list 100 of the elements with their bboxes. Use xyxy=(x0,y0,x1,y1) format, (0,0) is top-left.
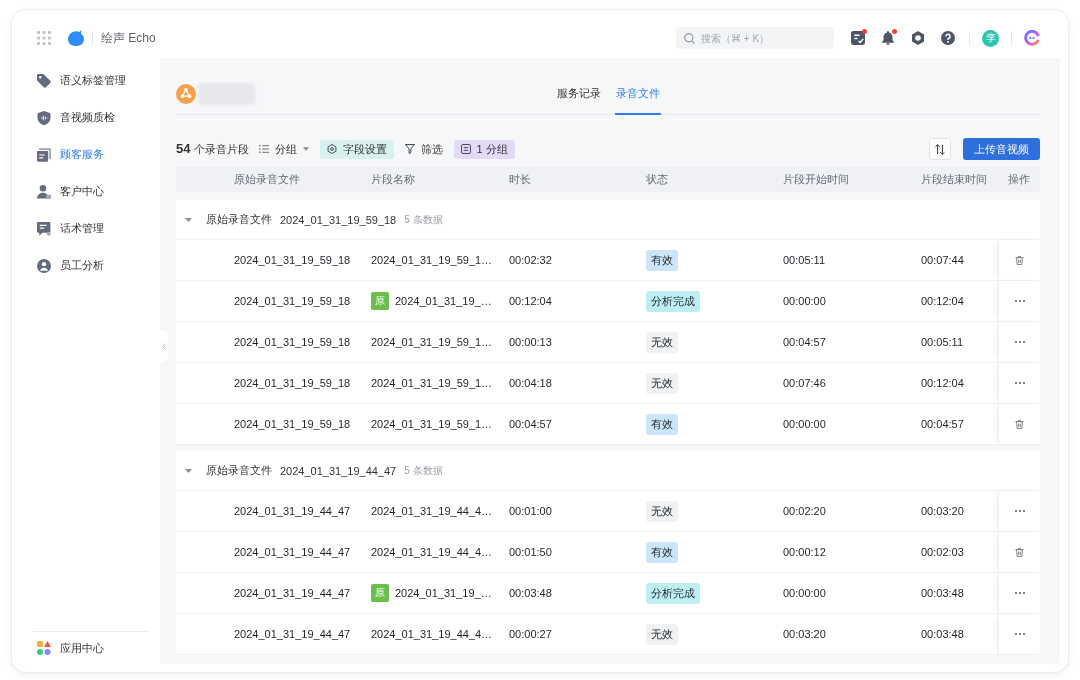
table-cell: 2024_01_31_19_44_47 xyxy=(234,628,351,640)
table-cell: 2024_01_31_19_44_47 xyxy=(234,505,351,517)
settings-icon[interactable] xyxy=(911,31,925,45)
table-cell: 2024_01_31_19_59_18 xyxy=(234,377,351,389)
status-tag: 无效 xyxy=(646,331,678,353)
caret-icon xyxy=(302,147,309,151)
table-cell: 00:04:57 xyxy=(921,418,964,430)
field-settings-button[interactable]: 字段设置 xyxy=(319,139,394,159)
original-tag: 原 xyxy=(371,292,389,310)
status-tag: 无效 xyxy=(646,500,678,522)
table-cell: 00:05:11 xyxy=(783,254,825,266)
table-cell: 00:00:12 xyxy=(783,546,826,558)
table-cell: 2024_01_31_19_59_1… xyxy=(371,418,493,430)
logo-icon xyxy=(68,30,84,46)
table-cell: 00:03:48 xyxy=(921,628,964,640)
help-icon[interactable] xyxy=(941,31,955,45)
person-circle-icon xyxy=(37,258,51,273)
sidebar-item[interactable]: 客户中心 xyxy=(20,173,160,210)
group-count: 5 条数据 xyxy=(404,212,443,227)
table-cell: 00:04:57 xyxy=(509,418,552,430)
table-cell: 00:03:48 xyxy=(921,587,964,599)
table-cell: 00:07:46 xyxy=(783,377,826,389)
caret-icon[interactable] xyxy=(185,217,192,222)
status-tag: 无效 xyxy=(646,623,678,645)
status-tag: 分析完成 xyxy=(646,582,700,604)
table-cell: 2024_01_31_19_44_4… xyxy=(371,546,493,558)
tag-icon xyxy=(37,73,51,88)
search-icon xyxy=(684,32,695,44)
sidebar-item[interactable]: 音视频质检 xyxy=(20,99,160,136)
list-icon xyxy=(258,144,269,154)
sidebar-item[interactable]: 顾客服务 xyxy=(20,136,160,173)
table-cell: 00:07:44 xyxy=(921,254,964,266)
segment-count: 54 个录音片段 xyxy=(176,141,249,157)
table-cell: 00:00:00 xyxy=(783,587,826,599)
table-cell: 2024_01_31_19_59_1… xyxy=(371,336,493,348)
table-cell: 00:05:11 xyxy=(921,336,963,348)
table-cell: 00:02:32 xyxy=(509,254,552,266)
table-cell: 2024_01_31_19_59_18 xyxy=(234,295,351,307)
column-header: 时长 xyxy=(509,172,531,187)
list-box-icon xyxy=(460,144,471,154)
table-cell: 00:00:13 xyxy=(509,336,552,348)
column-header: 片段开始时间 xyxy=(783,172,849,187)
bot-face-icon[interactable] xyxy=(1024,30,1040,46)
caret-icon[interactable] xyxy=(185,468,192,473)
trash-icon[interactable] xyxy=(1015,547,1024,557)
apps-icon xyxy=(37,641,51,655)
group-by-dropdown[interactable]: 分组 xyxy=(258,139,309,159)
table-cell: 00:00:00 xyxy=(783,418,826,430)
sort-icon xyxy=(935,143,945,155)
filter-icon xyxy=(404,144,415,154)
group-file-name: 2024_01_31_19_44_47 xyxy=(280,464,397,477)
table-cell: 00:12:04 xyxy=(509,295,552,307)
bell-icon[interactable] xyxy=(881,31,895,45)
group-label: 原始录音文件 xyxy=(206,463,272,478)
search-field[interactable]: 搜索（⌘ + K） xyxy=(676,27,834,49)
sidebar-item[interactable]: 应用中心 xyxy=(33,632,150,664)
table-cell: 2024_01_31_19_59_1… xyxy=(371,377,493,389)
original-tag: 原 xyxy=(371,584,389,602)
tab[interactable]: 服务记录 xyxy=(555,73,602,115)
status-tag: 有效 xyxy=(646,413,678,435)
column-header: 片段名称 xyxy=(371,172,415,187)
table-cell: 00:00:27 xyxy=(509,628,552,640)
table-cell: 00:03:20 xyxy=(783,628,826,640)
sort-button[interactable] xyxy=(929,138,951,160)
table-cell: 2024_01_31_19_… xyxy=(395,295,492,307)
sidebar-item[interactable]: 话术管理 xyxy=(20,210,160,247)
trash-icon[interactable] xyxy=(1015,419,1024,429)
table-cell: 00:02:20 xyxy=(783,505,826,517)
filter-button[interactable]: 筛选 xyxy=(404,139,443,159)
document-icon xyxy=(37,147,51,162)
checklist-icon[interactable] xyxy=(851,31,865,45)
table-cell: 00:00:00 xyxy=(783,295,826,307)
group-label: 原始录音文件 xyxy=(206,212,272,227)
status-tag: 有效 xyxy=(646,249,678,271)
status-tag: 无效 xyxy=(646,372,678,394)
table-cell: 00:04:18 xyxy=(509,377,552,389)
status-tag: 分析完成 xyxy=(646,290,700,312)
upload-button[interactable]: 上传音视频 xyxy=(963,138,1040,160)
table-cell: 00:01:00 xyxy=(509,505,552,517)
table-cell: 00:02:03 xyxy=(921,546,964,558)
table-cell: 2024_01_31_19_44_4… xyxy=(371,505,493,517)
sidebar-item[interactable]: 语义标签管理 xyxy=(20,62,160,99)
table-cell: 00:03:20 xyxy=(921,505,964,517)
table-cell: 00:04:57 xyxy=(783,336,826,348)
table-cell: 00:03:48 xyxy=(509,587,552,599)
chevron-left-icon xyxy=(162,342,166,350)
table-cell: 2024_01_31_19_59_18 xyxy=(234,254,351,266)
trash-icon[interactable] xyxy=(1015,255,1024,265)
table-cell: 2024_01_31_19_44_47 xyxy=(234,587,351,599)
sidebar-item[interactable]: 员工分析 xyxy=(20,247,160,284)
table-cell: 2024_01_31_19_… xyxy=(395,587,492,599)
table-cell: 2024_01_31_19_59_18 xyxy=(234,336,351,348)
person-icon xyxy=(37,184,51,199)
tab[interactable]: 录音文件 xyxy=(614,73,661,115)
group-count-button[interactable]: 1 分组 xyxy=(453,139,515,159)
app-title: 绘声 Echo xyxy=(101,29,156,47)
column-header: 状态 xyxy=(646,172,668,187)
table-cell: 2024_01_31_19_59_1… xyxy=(371,254,493,266)
column-header: 原始录音文件 xyxy=(234,172,300,187)
collapse-handle[interactable] xyxy=(160,330,168,362)
